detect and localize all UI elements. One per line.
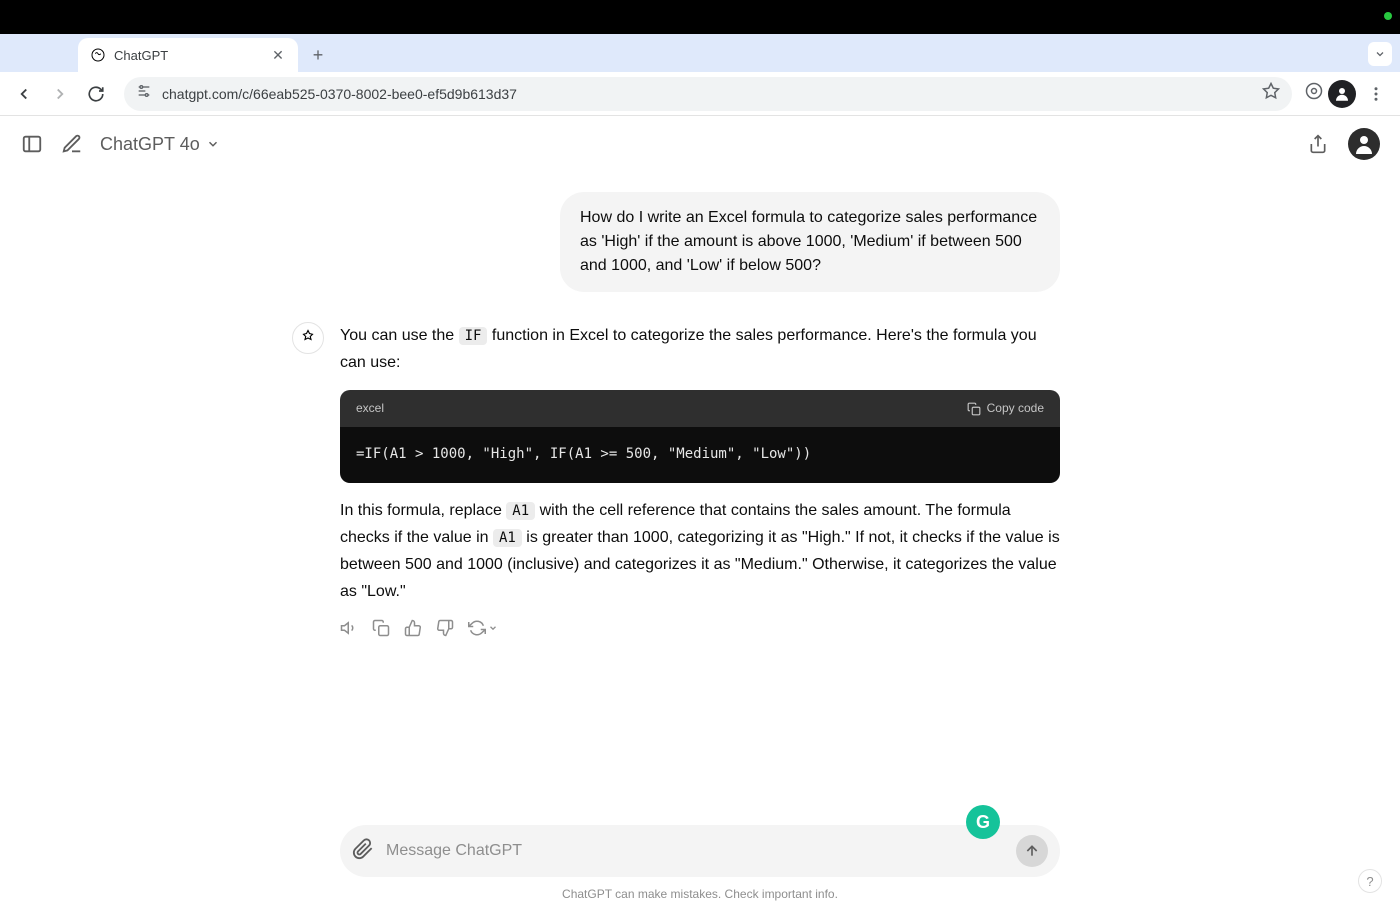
copy-icon <box>967 402 981 416</box>
disclaimer: ChatGPT can make mistakes. Check importa… <box>340 887 1060 901</box>
read-aloud-icon[interactable] <box>340 619 358 637</box>
new-chat-icon[interactable] <box>60 132 84 156</box>
thumbs-down-icon[interactable] <box>436 619 454 637</box>
assistant-avatar-icon <box>292 322 324 354</box>
model-selector[interactable]: ChatGPT 4o <box>100 134 220 155</box>
copy-message-icon[interactable] <box>372 619 390 637</box>
assistant-content: You can use the IF function in Excel to … <box>340 322 1060 637</box>
new-tab-button[interactable]: + <box>304 41 332 69</box>
chatgpt-favicon-icon <box>90 47 106 63</box>
inline-code: A1 <box>506 502 535 520</box>
share-icon[interactable] <box>1306 132 1330 156</box>
copy-code-button[interactable]: Copy code <box>967 398 1044 418</box>
extension-icon[interactable] <box>1304 81 1324 106</box>
assistant-message: You can use the IF function in Excel to … <box>340 322 1060 637</box>
user-bubble: How do I write an Excel formula to categ… <box>560 192 1060 292</box>
browser-toolbar: chatgpt.com/c/66eab525-0370-8002-bee0-ef… <box>0 72 1400 116</box>
input-area: G ChatGPT can make mistakes. Check impor… <box>0 825 1400 911</box>
model-name: ChatGPT 4o <box>100 134 200 155</box>
window-status-dot <box>1384 12 1392 20</box>
tabs-dropdown-icon[interactable] <box>1368 42 1392 66</box>
code-header: excel Copy code <box>340 390 1060 426</box>
code-block: excel Copy code =IF(A1 > 1000, "High", I… <box>340 390 1060 482</box>
code-language: excel <box>356 398 384 418</box>
chevron-down-icon <box>206 137 220 151</box>
browser-tab[interactable]: ChatGPT ✕ <box>78 38 298 72</box>
send-button[interactable] <box>1016 835 1048 867</box>
inline-code: IF <box>459 327 488 345</box>
browser-menu-button[interactable] <box>1360 78 1392 110</box>
message-actions <box>340 619 1060 637</box>
reload-button[interactable] <box>80 78 112 110</box>
user-message: How do I write an Excel formula to categ… <box>340 192 1060 292</box>
thumbs-up-icon[interactable] <box>404 619 422 637</box>
tab-strip: ChatGPT ✕ + <box>0 34 1400 72</box>
url-text: chatgpt.com/c/66eab525-0370-8002-bee0-ef… <box>162 86 1252 102</box>
grammarly-icon[interactable]: G <box>966 805 1000 839</box>
app-header: ChatGPT 4o <box>0 116 1400 172</box>
back-button[interactable] <box>8 78 40 110</box>
close-tab-icon[interactable]: ✕ <box>270 47 286 63</box>
os-title-bar <box>0 0 1400 34</box>
user-avatar[interactable] <box>1348 128 1380 160</box>
inline-code: A1 <box>493 529 522 547</box>
attach-icon[interactable] <box>352 838 374 865</box>
site-settings-icon[interactable] <box>136 83 152 104</box>
forward-button[interactable] <box>44 78 76 110</box>
browser-profile-button[interactable] <box>1328 80 1356 108</box>
browser-chrome: ChatGPT ✕ + chatgpt.com/c/66eab525-0370-… <box>0 34 1400 116</box>
chat-area: How do I write an Excel formula to categ… <box>340 172 1060 757</box>
tab-title: ChatGPT <box>114 48 262 63</box>
help-button[interactable]: ? <box>1358 869 1382 893</box>
code-content[interactable]: =IF(A1 > 1000, "High", IF(A1 >= 500, "Me… <box>340 427 1060 483</box>
address-bar[interactable]: chatgpt.com/c/66eab525-0370-8002-bee0-ef… <box>124 77 1292 111</box>
sidebar-toggle-icon[interactable] <box>20 132 44 156</box>
bookmark-icon[interactable] <box>1262 82 1280 105</box>
regenerate-icon[interactable] <box>468 619 498 637</box>
input-box[interactable] <box>340 825 1060 877</box>
message-input[interactable] <box>386 842 1004 860</box>
